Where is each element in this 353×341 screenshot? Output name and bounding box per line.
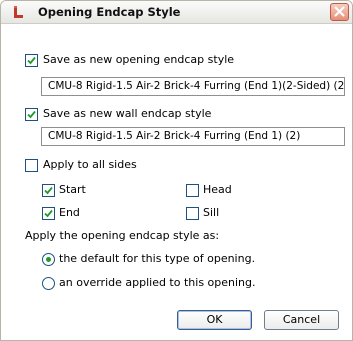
apply-all-sides-label: Apply to all sides xyxy=(43,158,137,171)
opening-endcap-style-dialog: Opening Endcap Style Save as new opening… xyxy=(0,0,353,341)
sill-checkbox[interactable] xyxy=(186,207,199,220)
end-checkbox[interactable] xyxy=(42,207,55,220)
apply-all-sides-checkbox[interactable] xyxy=(25,159,38,172)
head-label: Head xyxy=(203,183,232,196)
apply-as-heading: Apply the opening endcap style as: xyxy=(25,229,220,242)
opening-endcap-name-field[interactable]: CMU-8 Rigid-1.5 Air-2 Brick-4 Furring (E… xyxy=(41,77,345,96)
title-bar[interactable]: Opening Endcap Style xyxy=(1,1,352,24)
default-radio[interactable] xyxy=(42,253,55,266)
start-label: Start xyxy=(59,183,86,196)
radio-selected-dot xyxy=(46,257,51,262)
default-option-label: the default for this type of opening. xyxy=(59,252,256,265)
ok-button[interactable]: OK xyxy=(177,310,252,330)
end-label: End xyxy=(59,206,80,219)
start-checkbox[interactable] xyxy=(42,184,55,197)
save-opening-endcap-label: Save as new opening endcap style xyxy=(43,53,235,66)
override-option-label: an override applied to this opening. xyxy=(59,276,256,289)
save-wall-endcap-label: Save as new wall endcap style xyxy=(43,107,212,120)
close-icon[interactable] xyxy=(330,3,349,21)
override-radio[interactable] xyxy=(42,277,55,290)
sill-label: Sill xyxy=(203,206,220,219)
autocad-architecture-icon xyxy=(11,5,25,19)
wall-endcap-name-field[interactable]: CMU-8 Rigid-1.5 Air-2 Brick-4 Furring (E… xyxy=(41,127,345,146)
dialog-title: Opening Endcap Style xyxy=(38,5,181,19)
save-opening-endcap-checkbox[interactable] xyxy=(25,54,38,67)
cancel-button[interactable]: Cancel xyxy=(264,310,339,330)
head-checkbox[interactable] xyxy=(186,184,199,197)
save-wall-endcap-checkbox[interactable] xyxy=(25,108,38,121)
